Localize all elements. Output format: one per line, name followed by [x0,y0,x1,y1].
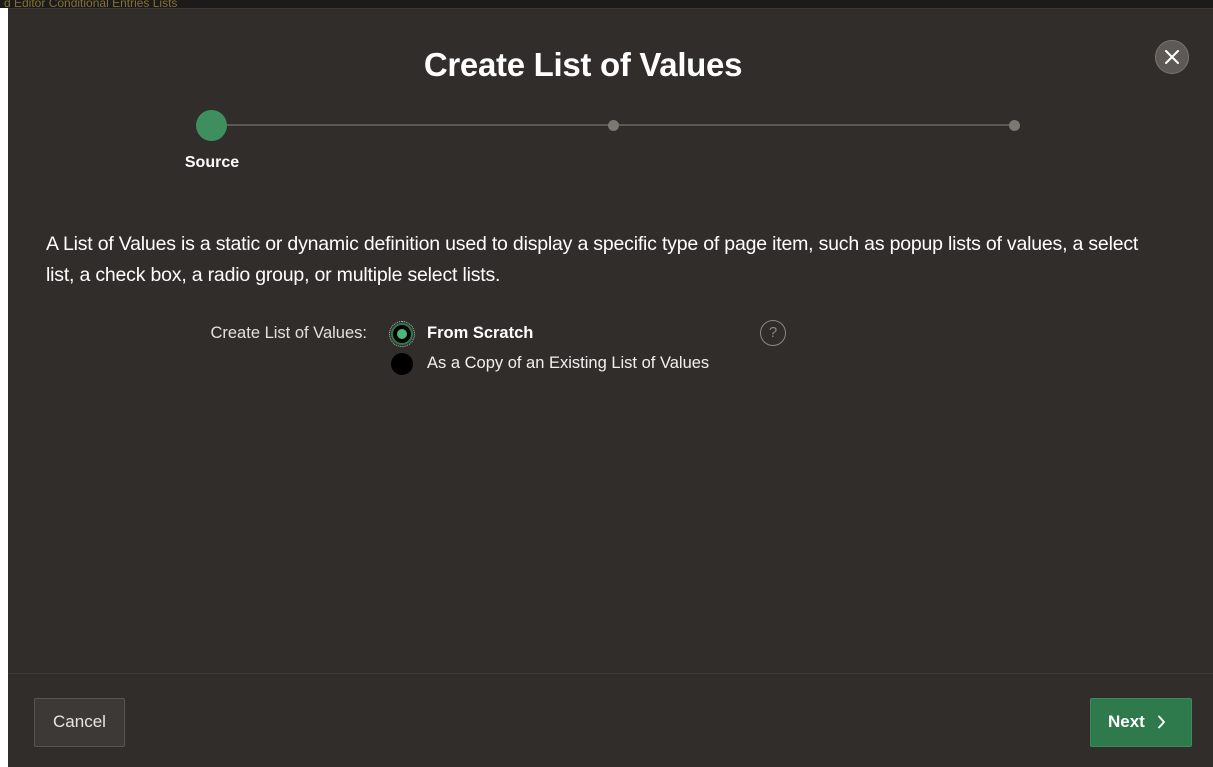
radio-from-scratch[interactable]: From Scratch [388,320,588,348]
background-page-strip: d Editor Conditional Entries Lists [0,0,1213,10]
help-icon[interactable]: ? [760,320,786,346]
create-lov-field-label: Create List of Values: [210,324,367,342]
next-button-label: Next [1108,712,1145,731]
dialog-title: Create List of Values [423,46,743,83]
wizard-step-3-marker [1009,120,1020,131]
wizard-progress-line-2 [613,124,1014,126]
wizard-progress-line-1 [213,124,613,126]
chevron-right-icon [1158,715,1165,729]
create-lov-dialog: Create List of Values Source A List of V… [8,8,1213,767]
radio-from-scratch-indicator[interactable] [389,321,415,347]
wizard-step-source-label: Source [184,154,240,171]
close-icon [1165,50,1179,64]
radio-copy-existing-indicator[interactable] [391,353,413,375]
radio-copy-existing-label[interactable]: As a Copy of an Existing List of Values [427,354,709,373]
radio-copy-existing[interactable]: As a Copy of an Existing List of Values [388,350,758,378]
footer-divider [8,673,1213,674]
radio-from-scratch-label[interactable]: From Scratch [427,324,533,343]
next-button[interactable]: Next [1090,698,1192,747]
cancel-button[interactable]: Cancel [34,698,125,747]
close-button[interactable] [1155,40,1189,74]
wizard-step-2-marker [608,120,619,131]
dialog-description: A List of Values is a static or dynamic … [46,233,1139,286]
wizard-step-source-marker [196,110,227,141]
